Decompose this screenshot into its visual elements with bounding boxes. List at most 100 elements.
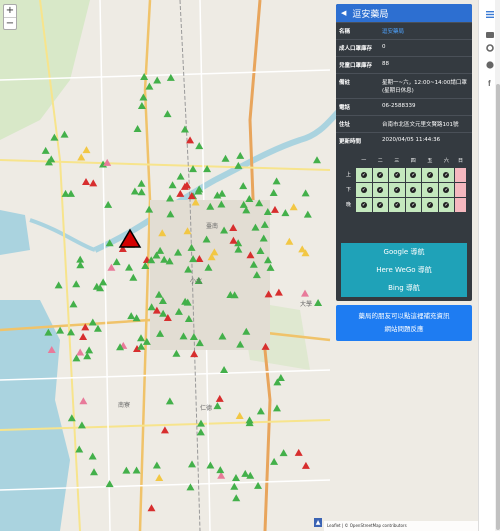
google-nav-button[interactable]: Google 導航 [341,243,467,261]
pharmacy-marker-available[interactable] [213,402,222,410]
pharmacy-marker-available[interactable] [256,407,265,415]
pharmacy-marker-available[interactable] [176,172,185,180]
pharmacy-marker-available[interactable] [122,466,131,474]
pharmacy-marker-available[interactable] [105,480,114,488]
pharmacy-marker-available[interactable] [196,428,205,436]
pharmacy-marker-empty[interactable] [270,205,279,213]
pharmacy-marker-available[interactable] [104,200,113,208]
pharmacy-marker-available[interactable] [137,179,146,187]
pharmacy-marker-available[interactable] [221,154,230,162]
pharmacy-marker-available[interactable] [47,155,56,163]
pharmacy-marker-empty[interactable] [294,448,303,456]
pharmacy-marker-available[interactable] [232,494,241,502]
pharmacy-marker-available[interactable] [279,449,288,457]
pharmacy-name-link[interactable]: 逗安藥局 [382,29,404,35]
pharmacy-marker-available[interactable] [72,280,81,288]
pharmacy-marker-available[interactable] [88,452,97,460]
pharmacy-marker-available[interactable] [303,210,312,218]
pharmacy-marker-available[interactable] [166,194,175,202]
pharmacy-marker-empty[interactable] [82,177,91,185]
pharmacy-marker-available[interactable] [145,82,154,90]
pharmacy-marker-pink[interactable] [79,397,88,405]
pharmacy-marker-low[interactable] [155,474,164,482]
pharmacy-marker-available[interactable] [69,300,78,308]
pharmacy-marker-available[interactable] [269,188,278,196]
pharmacy-marker-available[interactable] [54,281,63,289]
pharmacy-marker-available[interactable] [281,209,290,217]
pharmacy-marker-empty[interactable] [176,189,185,197]
pharmacy-marker-empty[interactable] [301,461,310,469]
scrollbar-thumb[interactable] [496,84,500,530]
pharmacy-marker-available[interactable] [239,182,248,190]
pharmacy-marker-low[interactable] [77,153,86,161]
pharmacy-marker-available[interactable] [153,76,162,84]
pharmacy-marker-available[interactable] [85,346,94,354]
pharmacy-marker-empty[interactable] [89,179,98,187]
zoom-in-button[interactable]: + [4,5,16,17]
pharmacy-marker-available[interactable] [137,188,146,196]
bing-nav-button[interactable]: Bing 導航 [341,279,467,297]
github-icon[interactable] [479,57,500,73]
pharmacy-marker-available[interactable] [93,324,102,332]
pharmacy-marker-pink[interactable] [76,348,85,356]
pharmacy-marker-available[interactable] [270,457,279,465]
pharmacy-marker-available[interactable] [127,312,136,320]
pharmacy-marker-available[interactable] [206,461,215,469]
schedule-open-cell: ✔ [437,196,456,213]
map-attribution[interactable]: Leaflet | © OpenStreetMap contributors [324,521,478,531]
pharmacy-marker-empty[interactable] [215,394,224,402]
pharmacy-marker-available[interactable] [112,258,121,266]
pharmacy-marker-available[interactable] [272,404,281,412]
pharmacy-marker-available[interactable] [129,273,138,281]
pharmacy-marker-available[interactable] [165,397,174,405]
pharmacy-marker-available[interactable] [230,482,239,490]
pharmacy-marker-available[interactable] [90,468,99,476]
pharmacy-marker-available[interactable] [312,156,321,164]
pharmacy-marker-available[interactable] [125,263,134,271]
pharmacy-marker-low[interactable] [285,237,294,245]
pharmacy-marker-available[interactable] [88,318,97,326]
pharmacy-marker-available[interactable] [231,474,240,482]
pharmacy-marker-available[interactable] [77,421,86,429]
pharmacy-marker-low[interactable] [298,245,307,253]
pharmacy-marker-available[interactable] [188,460,197,468]
pharmacy-marker-available[interactable] [301,189,310,197]
pharmacy-marker-available[interactable] [168,181,177,189]
pharmacy-marker-available[interactable] [163,110,172,118]
pharmacy-marker-pink[interactable] [301,289,310,297]
pharmacy-marker-empty[interactable] [274,288,283,296]
pharmacy-marker-available[interactable] [314,298,323,306]
pharmacy-marker-available[interactable] [41,146,50,154]
pharmacy-marker-empty[interactable] [190,350,199,358]
pharmacy-marker-available[interactable] [132,466,141,474]
pharmacy-marker-available[interactable] [152,461,161,469]
back-arrow-icon[interactable]: ◀ [341,9,346,17]
panel-header[interactable]: ◀ 逗安藥局 [336,4,472,22]
pharmacy-marker-empty[interactable] [147,504,156,512]
pharmacy-marker-available[interactable] [180,125,189,133]
menu-icon[interactable] [479,6,500,22]
pharmacy-marker-available[interactable] [136,334,145,342]
pharmacy-marker-available[interactable] [142,337,151,345]
pharmacy-marker-low[interactable] [82,146,91,154]
facebook-icon[interactable]: f [479,75,500,91]
feedback-button[interactable]: 藥局的朋友可以點這裡補充資訊 網站問題反應 [336,305,472,341]
pharmacy-marker-available[interactable] [216,466,225,474]
check-icon: ✔ [410,201,417,208]
pharmacy-marker-empty[interactable] [79,333,88,341]
pharmacy-marker-available[interactable] [133,124,142,132]
zoom-out-button[interactable]: − [4,17,16,29]
pharmacy-marker-available[interactable] [220,366,229,374]
pharmacy-marker-empty[interactable] [160,426,169,434]
pharmacy-marker-available[interactable] [60,130,69,138]
pharmacy-marker-available[interactable] [130,187,139,195]
pharmacy-marker-low[interactable] [289,203,298,211]
pharmacy-marker-low[interactable] [235,412,244,420]
pharmacy-marker-available[interactable] [56,326,65,334]
gear-icon[interactable] [479,40,500,56]
pharmacy-marker-available[interactable] [276,374,285,382]
herewego-nav-button[interactable]: Here WeGo 導航 [341,261,467,279]
pharmacy-marker-available[interactable] [272,177,281,185]
pharmacy-marker-available[interactable] [236,151,245,159]
pharmacy-marker-available[interactable] [172,349,181,357]
